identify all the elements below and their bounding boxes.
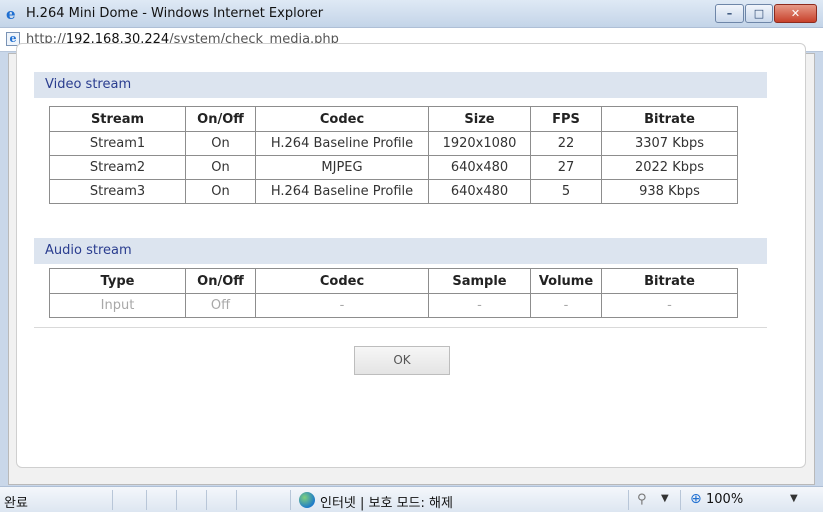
window-title: H.264 Mini Dome - Windows Internet Explo… [26, 6, 324, 21]
table-cell: Stream3 [49, 179, 186, 204]
status-divider [112, 490, 113, 510]
table-cell: - [255, 293, 429, 318]
minimize-button[interactable]: – [715, 4, 744, 23]
chevron-down-icon[interactable]: ▼ [661, 493, 669, 504]
table-cell: 2022 Kbps [601, 155, 738, 180]
column-header: Type [49, 268, 186, 294]
status-divider [176, 490, 177, 510]
column-header: Sample [428, 268, 531, 294]
column-header: Codec [255, 268, 429, 294]
table-cell: On [185, 155, 256, 180]
table-cell: 640x480 [428, 155, 531, 180]
table-cell: - [530, 293, 602, 318]
close-button[interactable]: ✕ [774, 4, 817, 23]
table-cell: On [185, 131, 256, 156]
table-row: Stream3 On H.264 Baseline Profile 640x48… [49, 179, 738, 204]
audio-stream-header: Audio stream [34, 238, 767, 264]
column-header: Bitrate [601, 268, 738, 294]
status-bar: 완료 인터넷 | 보호 모드: 해제 ⚲ ▼ ⊕ 100% ▼ [0, 486, 823, 512]
table-cell: 640x480 [428, 179, 531, 204]
maximize-button[interactable]: □ [745, 4, 773, 23]
column-header: Codec [255, 106, 429, 132]
browser-window: e H.264 Mini Dome - Windows Internet Exp… [0, 0, 823, 512]
status-text: 완료 [4, 496, 28, 511]
table-cell: H.264 Baseline Profile [255, 179, 429, 204]
table-cell: Off [185, 293, 256, 318]
zoom-icon[interactable]: ⊕ [690, 491, 702, 507]
table-cell: 938 Kbps [601, 179, 738, 204]
table-row: Stream1 On H.264 Baseline Profile 1920x1… [49, 131, 738, 156]
column-header: On/Off [185, 106, 256, 132]
video-stream-table: Stream On/Off Codec Size FPS Bitrate Str… [49, 106, 738, 204]
internet-explorer-icon: e [6, 5, 16, 23]
column-header: On/Off [185, 268, 256, 294]
table-cell: Stream2 [49, 155, 186, 180]
status-divider [206, 490, 207, 510]
table-cell: 3307 Kbps [601, 131, 738, 156]
video-stream-header: Video stream [34, 72, 767, 98]
audio-stream-table: Type On/Off Codec Sample Volume Bitrate … [49, 268, 738, 318]
column-header: Volume [530, 268, 602, 294]
table-header-row: Stream On/Off Codec Size FPS Bitrate [49, 106, 738, 132]
table-row: Stream2 On MJPEG 640x480 27 2022 Kbps [49, 155, 738, 180]
ok-button[interactable]: OK [354, 346, 450, 375]
protected-mode-icon[interactable]: ⚲ [637, 492, 647, 507]
table-cell: Input [49, 293, 186, 318]
column-header: Stream [49, 106, 186, 132]
table-header-row: Type On/Off Codec Sample Volume Bitrate [49, 268, 738, 294]
column-header: Bitrate [601, 106, 738, 132]
table-cell: H.264 Baseline Profile [255, 131, 429, 156]
table-cell: - [601, 293, 738, 318]
zoom-level[interactable]: 100% [706, 492, 743, 507]
status-divider [146, 490, 147, 510]
table-cell: - [428, 293, 531, 318]
table-cell: MJPEG [255, 155, 429, 180]
column-header: Size [428, 106, 531, 132]
status-divider [628, 490, 629, 510]
internet-zone-icon [299, 492, 315, 508]
status-divider [290, 490, 291, 510]
chevron-down-icon[interactable]: ▼ [790, 493, 798, 504]
table-row: Input Off - - - - [49, 293, 738, 318]
table-cell: On [185, 179, 256, 204]
status-divider [236, 490, 237, 510]
status-divider [680, 490, 681, 510]
security-zone-label[interactable]: 인터넷 | 보호 모드: 해제 [320, 492, 453, 511]
column-header: FPS [530, 106, 602, 132]
divider [34, 327, 767, 328]
table-cell: 1920x1080 [428, 131, 531, 156]
table-cell: 22 [530, 131, 602, 156]
title-bar: e H.264 Mini Dome - Windows Internet Exp… [0, 0, 823, 28]
table-cell: Stream1 [49, 131, 186, 156]
table-cell: 27 [530, 155, 602, 180]
table-cell: 5 [530, 179, 602, 204]
